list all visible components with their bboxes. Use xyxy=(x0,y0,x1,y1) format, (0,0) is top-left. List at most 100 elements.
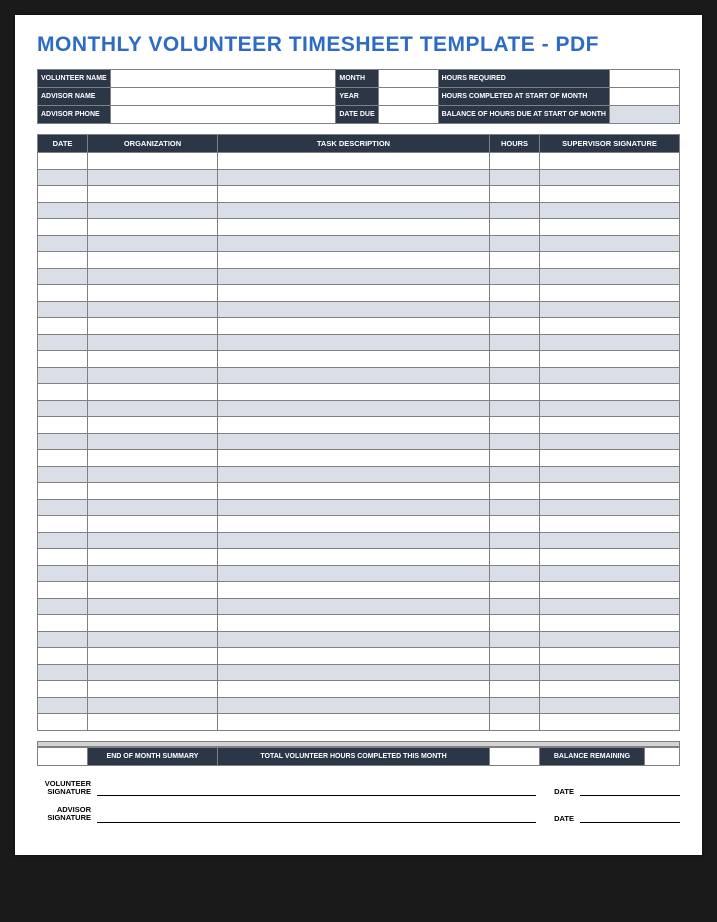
cell-date[interactable] xyxy=(38,384,88,401)
cell-date[interactable] xyxy=(38,235,88,252)
cell-date[interactable] xyxy=(38,268,88,285)
volunteer-date-line[interactable] xyxy=(580,782,680,796)
cell-date[interactable] xyxy=(38,565,88,582)
cell-task[interactable] xyxy=(218,450,490,467)
cell-hours[interactable] xyxy=(490,582,540,599)
advisor-name-field[interactable] xyxy=(110,88,336,106)
cell-signature[interactable] xyxy=(540,466,680,483)
cell-task[interactable] xyxy=(218,582,490,599)
cell-hours[interactable] xyxy=(490,631,540,648)
cell-hours[interactable] xyxy=(490,400,540,417)
cell-organization[interactable] xyxy=(88,153,218,170)
cell-task[interactable] xyxy=(218,351,490,368)
cell-task[interactable] xyxy=(218,499,490,516)
cell-signature[interactable] xyxy=(540,664,680,681)
cell-organization[interactable] xyxy=(88,417,218,434)
cell-signature[interactable] xyxy=(540,252,680,269)
cell-signature[interactable] xyxy=(540,169,680,186)
cell-date[interactable] xyxy=(38,400,88,417)
cell-date[interactable] xyxy=(38,532,88,549)
volunteer-signature-line[interactable] xyxy=(97,782,536,796)
advisor-signature-line[interactable] xyxy=(97,809,536,823)
cell-task[interactable] xyxy=(218,664,490,681)
cell-signature[interactable] xyxy=(540,153,680,170)
cell-signature[interactable] xyxy=(540,714,680,731)
cell-date[interactable] xyxy=(38,450,88,467)
cell-organization[interactable] xyxy=(88,318,218,335)
cell-hours[interactable] xyxy=(490,169,540,186)
cell-signature[interactable] xyxy=(540,450,680,467)
cell-task[interactable] xyxy=(218,549,490,566)
cell-task[interactable] xyxy=(218,318,490,335)
cell-date[interactable] xyxy=(38,318,88,335)
cell-hours[interactable] xyxy=(490,384,540,401)
cell-hours[interactable] xyxy=(490,466,540,483)
cell-date[interactable] xyxy=(38,417,88,434)
cell-signature[interactable] xyxy=(540,582,680,599)
cell-organization[interactable] xyxy=(88,219,218,236)
date-due-field[interactable] xyxy=(378,106,438,124)
cell-date[interactable] xyxy=(38,499,88,516)
cell-date[interactable] xyxy=(38,252,88,269)
cell-task[interactable] xyxy=(218,631,490,648)
cell-date[interactable] xyxy=(38,697,88,714)
cell-organization[interactable] xyxy=(88,648,218,665)
cell-hours[interactable] xyxy=(490,219,540,236)
cell-organization[interactable] xyxy=(88,334,218,351)
cell-date[interactable] xyxy=(38,351,88,368)
cell-hours[interactable] xyxy=(490,268,540,285)
cell-task[interactable] xyxy=(218,565,490,582)
cell-date[interactable] xyxy=(38,582,88,599)
cell-hours[interactable] xyxy=(490,417,540,434)
cell-date[interactable] xyxy=(38,153,88,170)
cell-hours[interactable] xyxy=(490,532,540,549)
cell-organization[interactable] xyxy=(88,384,218,401)
cell-hours[interactable] xyxy=(490,433,540,450)
cell-date[interactable] xyxy=(38,367,88,384)
cell-hours[interactable] xyxy=(490,697,540,714)
cell-date[interactable] xyxy=(38,301,88,318)
cell-hours[interactable] xyxy=(490,450,540,467)
cell-date[interactable] xyxy=(38,285,88,302)
cell-organization[interactable] xyxy=(88,169,218,186)
cell-hours[interactable] xyxy=(490,367,540,384)
cell-task[interactable] xyxy=(218,169,490,186)
cell-organization[interactable] xyxy=(88,697,218,714)
cell-date[interactable] xyxy=(38,714,88,731)
cell-signature[interactable] xyxy=(540,334,680,351)
cell-hours[interactable] xyxy=(490,598,540,615)
cell-date[interactable] xyxy=(38,681,88,698)
cell-organization[interactable] xyxy=(88,367,218,384)
cell-signature[interactable] xyxy=(540,351,680,368)
cell-signature[interactable] xyxy=(540,549,680,566)
cell-task[interactable] xyxy=(218,681,490,698)
cell-date[interactable] xyxy=(38,648,88,665)
cell-task[interactable] xyxy=(218,648,490,665)
cell-task[interactable] xyxy=(218,598,490,615)
cell-signature[interactable] xyxy=(540,268,680,285)
cell-task[interactable] xyxy=(218,268,490,285)
cell-signature[interactable] xyxy=(540,433,680,450)
cell-signature[interactable] xyxy=(540,532,680,549)
cell-task[interactable] xyxy=(218,252,490,269)
cell-signature[interactable] xyxy=(540,615,680,632)
cell-signature[interactable] xyxy=(540,186,680,203)
cell-organization[interactable] xyxy=(88,532,218,549)
cell-organization[interactable] xyxy=(88,516,218,533)
cell-task[interactable] xyxy=(218,714,490,731)
cell-organization[interactable] xyxy=(88,268,218,285)
cell-organization[interactable] xyxy=(88,598,218,615)
cell-hours[interactable] xyxy=(490,318,540,335)
cell-hours[interactable] xyxy=(490,681,540,698)
cell-task[interactable] xyxy=(218,433,490,450)
cell-signature[interactable] xyxy=(540,400,680,417)
cell-organization[interactable] xyxy=(88,235,218,252)
cell-task[interactable] xyxy=(218,615,490,632)
cell-signature[interactable] xyxy=(540,483,680,500)
cell-organization[interactable] xyxy=(88,202,218,219)
cell-date[interactable] xyxy=(38,219,88,236)
cell-hours[interactable] xyxy=(490,285,540,302)
cell-signature[interactable] xyxy=(540,384,680,401)
cell-task[interactable] xyxy=(218,301,490,318)
cell-signature[interactable] xyxy=(540,565,680,582)
